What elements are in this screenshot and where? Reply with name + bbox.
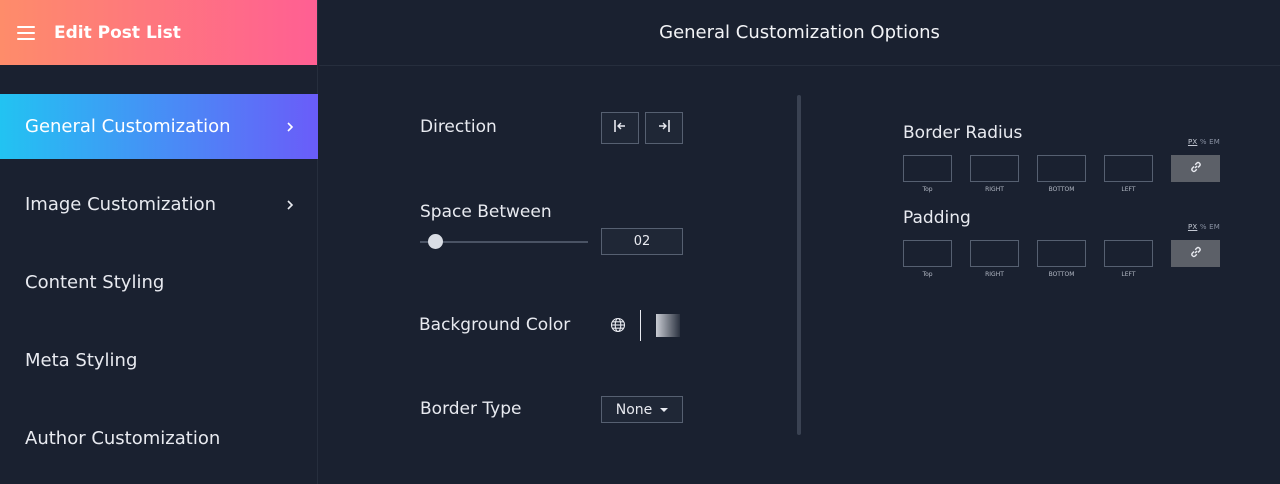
direction-label: Direction bbox=[420, 117, 497, 137]
link-icon bbox=[1189, 159, 1203, 178]
space-between-label: Space Between bbox=[420, 202, 552, 222]
field-label: Top bbox=[922, 186, 933, 193]
border-radius-title: Border Radius bbox=[903, 123, 1023, 143]
general-options-panel: Direction Space Between 02 Background Co… bbox=[419, 95, 700, 435]
chevron-right-icon bbox=[284, 121, 296, 133]
border-type-label: Border Type bbox=[420, 399, 522, 419]
padding-group: Padding PX % EM Top RIGHT BOTTOM LEFT bbox=[903, 208, 1223, 293]
sidebar-item-author-customization[interactable]: Author Customization bbox=[0, 406, 318, 471]
unit-percent[interactable]: % bbox=[1200, 138, 1207, 146]
align-end-button[interactable] bbox=[645, 112, 683, 144]
align-start-button[interactable] bbox=[601, 112, 639, 144]
panel-divider bbox=[797, 95, 801, 435]
color-swatch[interactable] bbox=[656, 314, 680, 337]
border-radius-group: Border Radius PX % EM Top RIGHT BOTTOM L… bbox=[903, 123, 1223, 208]
unit-percent[interactable]: % bbox=[1200, 223, 1207, 231]
align-start-icon bbox=[612, 118, 628, 138]
sidebar-item-meta-styling[interactable]: Meta Styling bbox=[0, 328, 318, 393]
padding-title: Padding bbox=[903, 208, 971, 228]
sidebar-header: Edit Post List bbox=[0, 0, 317, 65]
spacing-options-panel: Border Radius PX % EM Top RIGHT BOTTOM L… bbox=[903, 123, 1223, 293]
background-color-label: Background Color bbox=[419, 315, 571, 335]
border-radius-fields: Top RIGHT BOTTOM LEFT bbox=[903, 155, 1220, 193]
field-label: BOTTOM bbox=[1048, 186, 1075, 193]
sidebar-title: Edit Post List bbox=[54, 22, 181, 43]
unit-px[interactable]: PX bbox=[1188, 223, 1197, 231]
main-panel: General Customization Options Direction … bbox=[319, 0, 1280, 484]
field-label: RIGHT bbox=[985, 186, 1004, 193]
padding-bottom-input[interactable] bbox=[1037, 240, 1086, 267]
sidebar-item-content-styling[interactable]: Content Styling bbox=[0, 250, 318, 315]
sidebar-item-general-customization[interactable]: General Customization bbox=[0, 94, 318, 159]
sidebar-item-label: Content Styling bbox=[25, 272, 165, 293]
link-icon bbox=[1189, 244, 1203, 263]
unit-em[interactable]: EM bbox=[1209, 223, 1220, 231]
border-radius-bottom-input[interactable] bbox=[1037, 155, 1086, 182]
unit-switcher: PX % EM bbox=[1188, 223, 1220, 231]
sidebar-item-image-customization[interactable]: Image Customization bbox=[0, 172, 318, 237]
sidebar: Edit Post List General Customization Ima… bbox=[0, 0, 318, 484]
field-label: LEFT bbox=[1121, 271, 1136, 278]
sidebar-item-label: Image Customization bbox=[25, 194, 217, 215]
padding-left-input[interactable] bbox=[1104, 240, 1153, 267]
padding-right-input[interactable] bbox=[970, 240, 1019, 267]
caret-down-icon bbox=[660, 407, 669, 412]
chevron-right-icon bbox=[284, 199, 296, 211]
unit-em[interactable]: EM bbox=[1209, 138, 1220, 146]
link-values-button[interactable] bbox=[1171, 240, 1220, 267]
sidebar-item-label: General Customization bbox=[25, 116, 231, 137]
divider bbox=[640, 310, 641, 341]
field-label: Top bbox=[922, 271, 933, 278]
globe-icon[interactable] bbox=[610, 317, 626, 333]
space-between-slider-thumb[interactable] bbox=[427, 234, 443, 249]
unit-switcher: PX % EM bbox=[1188, 138, 1220, 146]
hamburger-menu-icon[interactable] bbox=[17, 25, 35, 40]
field-label: LEFT bbox=[1121, 186, 1136, 193]
border-radius-top-input[interactable] bbox=[903, 155, 952, 182]
border-radius-right-input[interactable] bbox=[970, 155, 1019, 182]
border-type-value: None bbox=[615, 401, 653, 418]
space-between-slider-track[interactable] bbox=[420, 241, 588, 243]
border-type-select[interactable]: None bbox=[601, 396, 683, 423]
padding-top-input[interactable] bbox=[903, 240, 952, 267]
border-radius-left-input[interactable] bbox=[1104, 155, 1153, 182]
field-label: RIGHT bbox=[985, 271, 1004, 278]
unit-px[interactable]: PX bbox=[1188, 138, 1197, 146]
align-end-icon bbox=[656, 118, 672, 138]
page-title: General Customization Options bbox=[319, 0, 1280, 66]
sidebar-nav: General Customization Image Customizatio… bbox=[0, 94, 318, 471]
link-values-button[interactable] bbox=[1171, 155, 1220, 182]
sidebar-item-label: Meta Styling bbox=[25, 350, 138, 371]
space-between-input[interactable]: 02 bbox=[601, 228, 683, 255]
field-label: BOTTOM bbox=[1048, 271, 1075, 278]
sidebar-item-label: Author Customization bbox=[25, 428, 221, 449]
padding-fields: Top RIGHT BOTTOM LEFT bbox=[903, 240, 1220, 278]
